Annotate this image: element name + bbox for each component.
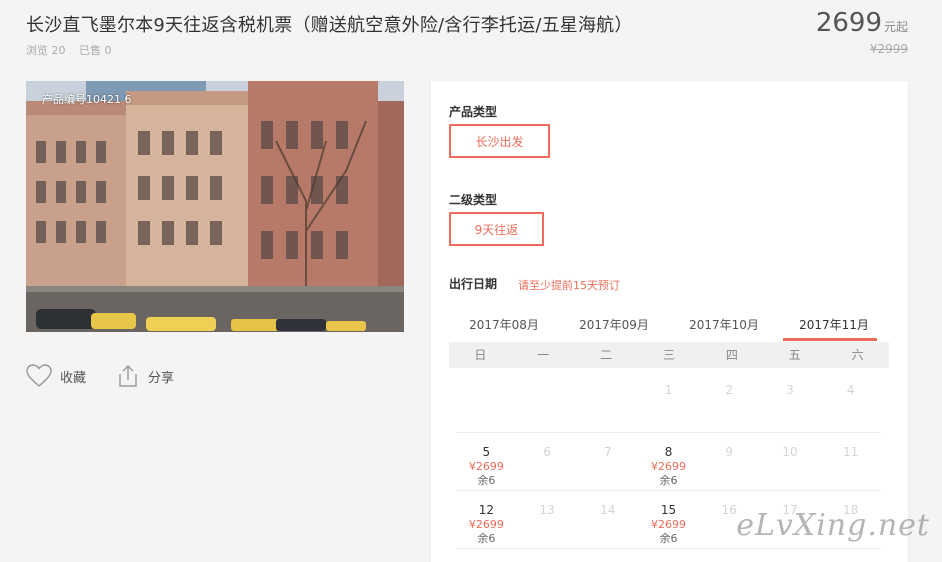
calendar-day-cell[interactable]: 5 ¥2699 余6: [456, 433, 517, 490]
calendar-day-cell[interactable]: 8 ¥2699 余6: [638, 433, 699, 490]
tab-month-1[interactable]: 2017年09月: [559, 309, 669, 341]
day-stock: 余6: [659, 532, 678, 545]
calendar-day-cell: [577, 369, 638, 432]
day-number: [517, 382, 578, 398]
view-count: 浏览 20: [26, 44, 66, 57]
calendar-day-cell: 1: [638, 369, 699, 432]
calendar-day-cell[interactable]: 12 ¥2699 余6: [456, 491, 517, 548]
calendar-day-cell[interactable]: 15 ¥2699 余6: [638, 491, 699, 548]
calendar-day-cell: 11: [820, 433, 881, 490]
favorite-button[interactable]: 收藏: [26, 364, 86, 388]
watermark: eLvXing.net: [736, 508, 930, 543]
month-tabs: 2017年08月 2017年09月 2017年10月 2017年11月: [449, 309, 889, 341]
day-number: 10: [782, 445, 798, 459]
calendar-day-cell: 3: [760, 369, 821, 432]
day-number: 15: [660, 503, 677, 517]
calendar-day-cell: 4: [820, 369, 881, 432]
tab-month-3[interactable]: 2017年11月: [779, 309, 889, 341]
day-stock: 余6: [477, 474, 496, 487]
price-box: 2699 元起 ¥2999: [816, 8, 908, 56]
day-number: 9: [725, 445, 734, 459]
calendar-day-cell: [517, 369, 578, 432]
product-code: 产品编号10421 6: [42, 93, 132, 106]
heart-icon: [26, 364, 52, 387]
favorite-label: 收藏: [60, 370, 87, 386]
day-number: 6: [543, 445, 551, 459]
product-stats: 浏览 20 已售 0: [26, 42, 122, 58]
weekday: 五: [788, 348, 801, 362]
day-number: [456, 382, 517, 398]
sold-count: 已售 0: [79, 44, 112, 57]
day-number: 14: [600, 503, 616, 517]
calendar-day-cell: 10: [760, 433, 821, 490]
day-number: 5: [482, 445, 491, 459]
day-number: 13: [539, 503, 555, 517]
calendar-week-row: 5 ¥2699 余6 6 7 8 ¥2699 余6 9 10 11: [456, 433, 881, 491]
original-price: ¥2999: [869, 42, 908, 56]
day-number: 7: [603, 445, 612, 459]
travel-date-label: 出行日期: [449, 277, 498, 291]
sub-type-option[interactable]: 9天往返: [449, 212, 544, 246]
weekday: 三: [663, 348, 676, 362]
day-price: ¥2699: [468, 460, 504, 473]
tab-month-2[interactable]: 2017年10月: [669, 309, 779, 341]
weekday: 四: [725, 348, 738, 362]
weekday: 六: [851, 348, 864, 362]
day-stock: 余6: [659, 474, 678, 487]
calendar-day-cell: 2: [699, 369, 760, 432]
product-title: 长沙直飞墨尔本9天往返含税机票（赠送航空意外险/含行李托运/五星海航）: [26, 15, 633, 36]
day-number: 12: [478, 503, 494, 517]
weekday: 一: [537, 348, 550, 362]
day-number: 3: [786, 383, 794, 397]
product-photo: 产品编号10421 6: [26, 81, 404, 332]
product-type-label: 产品类型: [449, 105, 498, 119]
day-number: 11: [843, 445, 859, 459]
weekday: 二: [600, 348, 613, 362]
day-price: ¥2699: [468, 518, 504, 531]
calendar-day-cell: 14: [577, 491, 638, 548]
share-icon: [119, 365, 137, 387]
tab-month-0[interactable]: 2017年08月: [449, 309, 559, 341]
day-number: 2: [725, 383, 734, 397]
calendar-day-cell: 6: [517, 433, 578, 490]
weekday-header: 日 一 二 三 四 五 六: [449, 342, 889, 368]
calendar-day-cell: 13: [517, 491, 578, 548]
share-label: 分享: [148, 370, 175, 386]
day-stock: 余6: [477, 532, 496, 545]
day-price: ¥2699: [651, 460, 687, 473]
day-number: [577, 382, 638, 398]
product-type-option[interactable]: 长沙出发: [449, 124, 550, 158]
price-unit: 元起: [883, 20, 908, 34]
calendar-day-cell: 9: [699, 433, 760, 490]
booking-panel: 产品类型 长沙出发 二级类型 9天往返 出行日期 请至少提前15天预订 2017…: [431, 81, 908, 562]
calendar-day-cell: 7: [577, 433, 638, 490]
day-number: 8: [664, 445, 673, 459]
calendar-week-row: 1 2 3 4: [456, 369, 881, 433]
product-actions: 收藏 分享: [26, 364, 204, 388]
building-street-image: [26, 81, 404, 332]
sub-type-label: 二级类型: [449, 193, 498, 207]
date-hint: 请至少提前15天预订: [518, 279, 620, 292]
day-number: 1: [664, 383, 673, 397]
calendar-day-cell: [456, 369, 517, 432]
price: 2699: [815, 8, 882, 38]
weekday: 日: [474, 348, 487, 362]
day-price: ¥2699: [651, 518, 687, 531]
day-number: 4: [846, 383, 855, 397]
share-button[interactable]: 分享: [116, 364, 174, 388]
